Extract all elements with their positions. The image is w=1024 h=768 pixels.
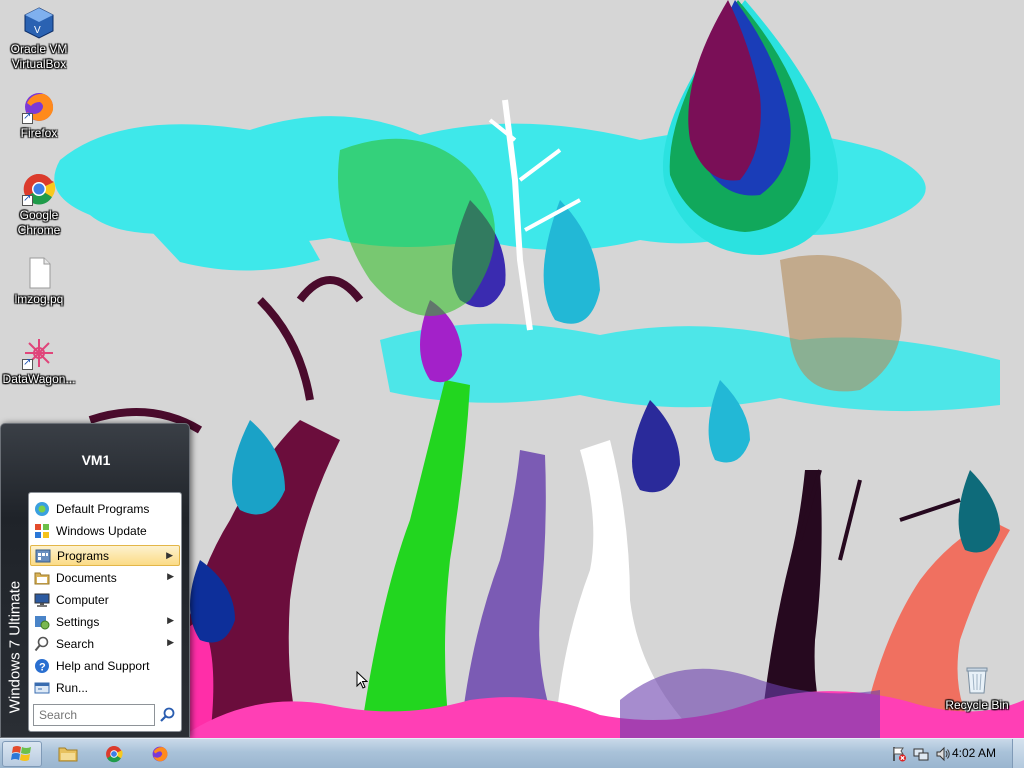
desktop-icon-recycle-bin[interactable]: Recycle Bin: [938, 662, 1016, 713]
start-search-input[interactable]: [34, 705, 154, 725]
menu-item-default-programs[interactable]: Default Programs: [30, 498, 180, 519]
svg-text:V: V: [34, 25, 41, 36]
taskbar-firefox-button[interactable]: [140, 741, 180, 767]
menu-item-label: Help and Support: [56, 658, 150, 673]
submenu-arrow-icon: ▶: [167, 571, 174, 581]
shortcut-arrow-icon: [22, 111, 33, 124]
menu-item-search[interactable]: Search ▶: [30, 633, 180, 654]
documents-icon: [34, 572, 50, 584]
menu-item-label: Computer: [56, 592, 109, 607]
computer-icon: [34, 593, 50, 607]
shortcut-arrow-icon: [22, 357, 33, 370]
desktop-icon-chrome[interactable]: Google Chrome: [0, 172, 78, 238]
chrome-icon: [106, 746, 123, 763]
default-programs-icon: [35, 501, 49, 516]
settings-icon: [35, 615, 50, 629]
search-box: [33, 704, 155, 726]
start-button[interactable]: [2, 741, 42, 767]
menu-item-label: Programs: [57, 548, 110, 563]
firefox-icon: [22, 90, 56, 124]
menu-item-run[interactable]: Run...: [30, 677, 180, 698]
windows-edition-label: Windows 7 Ultimate: [6, 580, 24, 714]
recycle-bin-icon: [960, 662, 994, 696]
desktop-icon-label: lmzog.pq: [14, 292, 64, 306]
help-icon: ?: [35, 658, 49, 673]
desktop-icon-firefox[interactable]: Firefox: [0, 90, 78, 141]
start-menu-panel: Default Programs Windows Update Programs…: [28, 492, 182, 732]
menu-item-programs[interactable]: Programs ▶: [30, 545, 180, 566]
shortcut-arrow-icon: [22, 193, 33, 206]
menu-item-label: Settings: [56, 614, 100, 629]
run-icon: [34, 682, 50, 693]
system-tray: 4:02 AM: [849, 739, 1024, 768]
desktop-icon-label: Google Chrome: [17, 208, 61, 237]
desktop-icon-label: Firefox: [20, 126, 58, 140]
submenu-arrow-icon: ▶: [166, 550, 173, 560]
user-name: VM1: [81, 452, 111, 468]
submenu-arrow-icon: ▶: [167, 615, 174, 625]
start-menu: Windows 7 Ultimate VM1 Default Programs …: [0, 423, 190, 738]
taskbar-clock[interactable]: 4:02 AM: [952, 746, 996, 760]
desktop-icon-datawagon[interactable]: DataWagon...: [0, 336, 78, 387]
windows-logo-icon: [11, 746, 31, 761]
show-desktop-button[interactable]: [1012, 739, 1024, 768]
menu-item-documents[interactable]: Documents ▶: [30, 567, 180, 588]
desktop-icon-label: Oracle VM VirtualBox: [10, 42, 68, 71]
desktop-icon-label: DataWagon...: [2, 372, 76, 386]
datawagon-icon: [22, 336, 56, 370]
virtualbox-icon: V: [22, 6, 56, 40]
taskbar: 4:02 AM: [0, 738, 1024, 768]
file-icon: [22, 256, 56, 290]
menu-item-label: Default Programs: [56, 501, 150, 516]
mouse-cursor: [356, 671, 368, 689]
svg-text:?: ?: [39, 661, 46, 673]
menu-item-label: Search: [56, 636, 95, 651]
menu-item-help[interactable]: ? Help and Support: [30, 655, 180, 676]
desktop-icon-label: Recycle Bin: [945, 698, 1009, 712]
programs-icon: [35, 549, 51, 562]
search-icon: [34, 636, 49, 651]
folder-icon: [58, 747, 78, 762]
menu-item-label: Run...: [56, 680, 89, 695]
chrome-icon: [22, 172, 56, 206]
menu-item-settings[interactable]: Settings ▶: [30, 611, 180, 632]
firefox-icon: [152, 746, 168, 762]
menu-item-computer[interactable]: Computer: [30, 589, 180, 610]
desktop-icon-file[interactable]: lmzog.pq: [0, 256, 78, 307]
menu-item-label: Documents: [56, 570, 117, 585]
menu-item-windows-update[interactable]: Windows Update: [30, 520, 180, 541]
network-icon[interactable]: [913, 746, 929, 762]
submenu-arrow-icon: ▶: [167, 637, 174, 647]
menu-item-label: Windows Update: [56, 523, 147, 538]
volume-icon[interactable]: [935, 746, 951, 762]
search-go-icon[interactable]: [159, 706, 177, 724]
windows-update-icon: [35, 523, 49, 538]
desktop-icon-virtualbox[interactable]: V Oracle VM VirtualBox: [0, 6, 78, 72]
taskbar-chrome-button[interactable]: [94, 741, 134, 767]
action-center-icon[interactable]: [891, 746, 907, 762]
taskbar-explorer-button[interactable]: [48, 741, 88, 767]
